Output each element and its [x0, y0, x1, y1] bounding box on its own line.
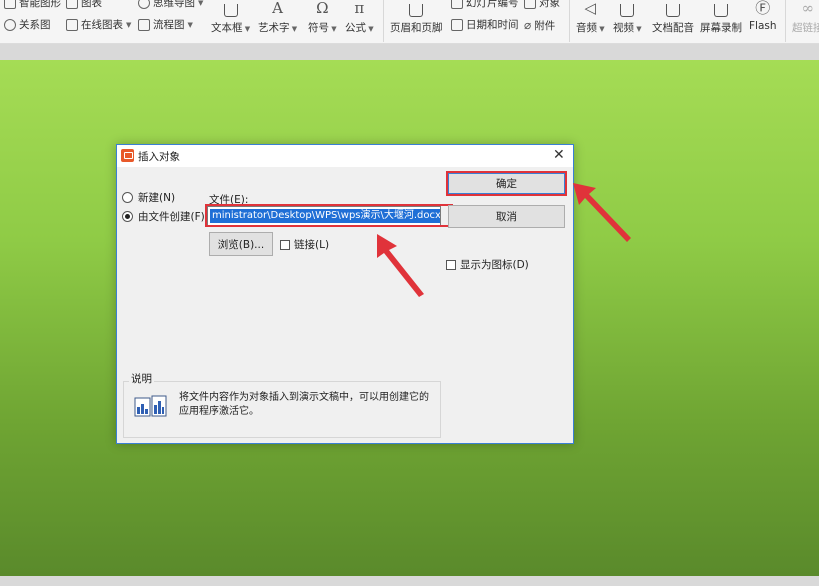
formula-button[interactable]: π 公式 ▼: [345, 0, 374, 35]
dialog-titlebar[interactable]: 插入对象 ✕: [117, 145, 573, 167]
radio-button[interactable]: [122, 192, 133, 203]
ribbon-divider: [785, 0, 786, 42]
mind-map-button[interactable]: 思维导图 ▼: [138, 0, 203, 10]
video-icon: [620, 4, 635, 17]
date-time-button[interactable]: 日期和时间: [451, 17, 519, 32]
attachment-button[interactable]: ⌀ 附件: [524, 17, 555, 34]
close-icon[interactable]: ✕: [553, 147, 565, 163]
browse-button[interactable]: 浏览(B)...: [209, 232, 273, 256]
link-icon: ∞: [801, 0, 815, 17]
chart-button[interactable]: 图表: [66, 0, 102, 10]
checkbox[interactable]: [446, 259, 456, 270]
smart-graphic-button[interactable]: 智能图形: [4, 0, 61, 10]
text-dubbing-button[interactable]: 文档配音: [652, 0, 694, 35]
ribbon-divider: [569, 0, 570, 42]
insert-object-dialog: 插入对象 ✕ 新建(N) 由文件创建(F) 文件(E): ministrator…: [116, 144, 574, 444]
cancel-button[interactable]: 取消: [448, 205, 565, 228]
file-path-selected-text: ministrator\Desktop\WPS\wps演示\大堰河.docx: [210, 209, 441, 223]
flowchart-button[interactable]: 流程图 ▼: [138, 17, 193, 32]
online-chart-icon: [66, 18, 78, 31]
object-icon: [524, 0, 536, 9]
ok-button[interactable]: 确定: [448, 173, 565, 194]
slide-number-icon: [451, 0, 463, 9]
textbox-button[interactable]: 文本框 ▼: [211, 0, 250, 35]
screen-record-icon: [714, 4, 728, 17]
radio-from-file[interactable]: 由文件创建(F): [122, 209, 205, 224]
wordart-icon: A: [272, 0, 283, 17]
ribbon-toolbar: 智能图形 图表 思维导图 ▼ 关系图 在线图表 ▼ 流程图 ▼ 文本框 ▼ A …: [0, 0, 819, 44]
pi-icon: π: [354, 0, 365, 17]
mind-map-icon: [138, 0, 150, 9]
smart-graphic-icon: [4, 0, 16, 9]
paperclip-icon: ⌀: [524, 18, 532, 32]
video-button[interactable]: 视频 ▼: [613, 0, 642, 35]
radio-button-selected[interactable]: [122, 211, 133, 222]
workspace-gutter: [0, 44, 819, 60]
speaker-icon: ◁: [584, 0, 597, 17]
workspace-bottom: [0, 576, 819, 586]
chevron-down-icon: ▼: [198, 0, 204, 7]
radio-new[interactable]: 新建(N): [122, 190, 175, 205]
checkbox[interactable]: [280, 239, 290, 250]
chart-icon: [66, 0, 78, 9]
object-button[interactable]: 对象: [524, 0, 560, 10]
online-chart-button[interactable]: 在线图表 ▼: [66, 17, 131, 32]
chevron-down-icon: ▼: [126, 20, 132, 29]
omega-icon: Ω: [316, 0, 329, 17]
link-checkbox[interactable]: 链接(L): [280, 237, 329, 252]
calendar-icon: [451, 18, 463, 31]
header-footer-icon: [409, 4, 424, 17]
wordart-button[interactable]: A 艺术字 ▼: [258, 0, 297, 35]
wps-presentation-icon: [121, 149, 134, 162]
result-description: 将文件内容作为对象插入到演示文稿中，可以用创建它的应用程序激活它。: [179, 392, 429, 417]
relation-chart-button[interactable]: 关系图: [4, 17, 51, 32]
result-legend: 说明: [129, 371, 154, 386]
relation-chart-icon: [4, 18, 16, 31]
microphone-icon: [666, 4, 680, 17]
hyperlink-button[interactable]: ∞ 超链接: [792, 0, 819, 35]
flash-icon: Ⓕ: [755, 0, 771, 17]
audio-button[interactable]: ◁ 音频 ▼: [576, 0, 605, 35]
textbox-icon: [223, 4, 238, 17]
chevron-down-icon: ▼: [187, 20, 193, 29]
slide-number-button[interactable]: 幻灯片编号: [451, 0, 519, 10]
embedded-object-icon: [134, 395, 167, 417]
flash-button[interactable]: Ⓕ Flash: [749, 0, 777, 32]
flowchart-icon: [138, 18, 150, 31]
ribbon-divider: [383, 0, 384, 42]
dialog-title: 插入对象: [138, 151, 180, 163]
header-footer-button[interactable]: 页眉和页脚: [390, 0, 443, 35]
file-path-input[interactable]: ministrator\Desktop\WPS\wps演示\大堰河.docx: [207, 206, 441, 226]
file-label: 文件(E):: [209, 194, 249, 206]
display-as-icon-checkbox[interactable]: 显示为图标(D): [446, 257, 529, 272]
screen-record-button[interactable]: 屏幕录制: [700, 0, 742, 35]
symbol-button[interactable]: Ω 符号 ▼: [308, 0, 337, 35]
